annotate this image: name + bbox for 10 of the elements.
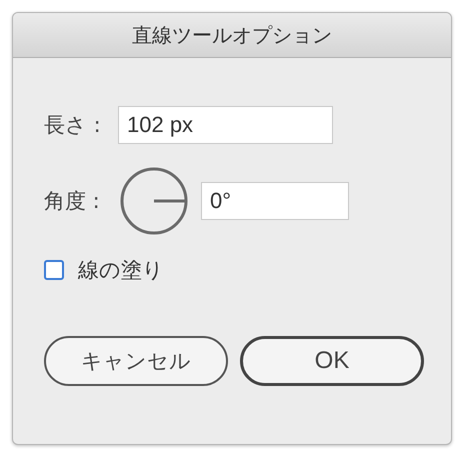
length-label: 長さ : <box>44 112 102 139</box>
ok-button[interactable]: OK <box>240 336 424 386</box>
cancel-button[interactable]: キャンセル <box>44 336 228 386</box>
angle-label: 角度 : <box>44 188 101 215</box>
checkbox-label: 線の塗り <box>78 257 164 284</box>
angle-dial[interactable] <box>119 166 189 236</box>
length-field[interactable]: 102 px <box>118 106 333 144</box>
angle-field[interactable]: 0° <box>201 182 349 220</box>
window-title: 直線ツールオプション <box>132 22 332 48</box>
checkbox[interactable] <box>44 260 64 280</box>
